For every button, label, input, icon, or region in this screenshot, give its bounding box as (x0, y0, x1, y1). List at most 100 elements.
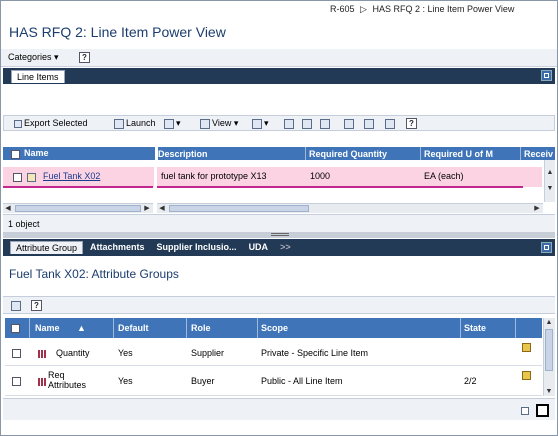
help-icon: ? (406, 118, 417, 129)
row-checkbox[interactable] (13, 172, 22, 183)
filter-button[interactable] (284, 118, 296, 129)
scroll-right-icon[interactable]: ▶ (143, 204, 151, 213)
column-separator (29, 318, 30, 338)
print-button[interactable] (11, 300, 23, 311)
line-items-tabbar (3, 68, 555, 84)
object-count: 1 object (8, 219, 40, 229)
row-checkbox[interactable] (12, 376, 21, 387)
help-icon: ? (31, 300, 42, 311)
scroll-left-icon[interactable]: ◀ (158, 204, 166, 213)
launch-button[interactable]: Launch (114, 118, 156, 129)
tab-attribute-group[interactable]: Attribute Group (10, 241, 84, 254)
tabs-overflow-button[interactable]: >> (275, 241, 296, 254)
column-separator (257, 318, 258, 338)
settings-button[interactable] (385, 118, 397, 129)
tab-line-items[interactable]: Line Items (11, 70, 65, 83)
print-button[interactable]: ▾ (164, 118, 181, 129)
select-all-checkbox[interactable] (11, 323, 20, 334)
attribute-group-default: Yes (118, 348, 133, 358)
scroll-up-icon[interactable]: ▲ (546, 168, 554, 177)
attribute-group-default: Yes (118, 376, 133, 386)
column-header-name[interactable]: Name (35, 323, 60, 333)
edit-icon (522, 371, 531, 380)
attribute-group-state: 2/2 (464, 376, 477, 386)
edit-button[interactable] (522, 343, 531, 354)
filter-icon (284, 118, 294, 129)
table-row[interactable]: Quantity Yes Supplier Private - Specific… (5, 339, 542, 366)
vertical-scrollbar[interactable]: ▲ ▼ (544, 160, 555, 202)
column-header-state[interactable]: State (464, 323, 486, 333)
toolbar-help-button[interactable]: ? (406, 118, 417, 129)
help-icon: ? (79, 52, 90, 63)
settings-icon (385, 118, 395, 129)
restore-icon[interactable] (521, 407, 529, 415)
scroll-thumb[interactable] (15, 205, 141, 212)
launch-icon (114, 118, 124, 129)
frozen-column-divider (154, 167, 157, 188)
attribute-group-role: Buyer (191, 376, 215, 386)
scroll-up-icon[interactable]: ▲ (545, 318, 553, 327)
image-button[interactable] (364, 118, 376, 129)
frozen-horizontal-scrollbar[interactable]: ◀ ▶ (3, 203, 153, 213)
tree-icon (320, 118, 330, 129)
attribute-groups-title: Fuel Tank X02: Attribute Groups (9, 267, 179, 281)
tree-button[interactable] (320, 118, 332, 129)
column-separator (515, 318, 516, 338)
view-icon (200, 118, 210, 129)
maximize-panel-button[interactable] (541, 70, 552, 81)
column-separator (113, 318, 114, 338)
scroll-thumb[interactable] (545, 329, 553, 371)
print-icon (11, 300, 21, 311)
categories-label: Categories (8, 52, 52, 62)
edit-button[interactable] (522, 371, 531, 382)
column-header-scope[interactable]: Scope (261, 323, 288, 333)
breadcrumb-item: HAS RFQ 2 : Line Item Power View (372, 4, 515, 14)
line-items-toolbar: Export Selected Launch ▾ View ▾ ▾ ? (3, 115, 555, 131)
scroll-right-icon[interactable]: ▶ (533, 204, 541, 213)
column-header-uom[interactable]: Required U of M (424, 149, 493, 159)
main-horizontal-scrollbar[interactable]: ◀ ▶ (157, 203, 543, 213)
table-row[interactable]: Req Attributes Yes Buyer Public - All Li… (5, 367, 542, 396)
table-row[interactable]: Fuel Tank X02 fuel tank for prototype X1… (3, 167, 542, 188)
column-separator (520, 147, 521, 160)
line-item-icon (27, 172, 38, 183)
view-menu[interactable]: View ▾ (200, 118, 238, 129)
help-button[interactable]: ? (79, 52, 90, 63)
scroll-left-icon[interactable]: ◀ (4, 204, 12, 213)
select-all-checkbox[interactable] (11, 149, 20, 160)
attribute-group-name: Quantity (56, 348, 90, 358)
attributes-statusbar (3, 398, 555, 420)
categories-dropdown[interactable]: Categories ▾ (8, 52, 59, 63)
attribute-group-icon (38, 348, 46, 358)
tab-attachments[interactable]: Attachments (85, 241, 150, 254)
scroll-down-icon[interactable]: ▼ (546, 184, 554, 193)
tab-uda[interactable]: UDA (244, 241, 274, 254)
columns-button[interactable] (302, 118, 314, 129)
column-header-role[interactable]: Role (191, 323, 211, 333)
vertical-scrollbar[interactable]: ▲ ▼ (543, 318, 555, 396)
row-checkbox[interactable] (12, 348, 21, 359)
panel-splitter[interactable] (3, 232, 555, 238)
line-items-statusbar: 1 object (3, 214, 555, 232)
line-items-body: Fuel Tank X02 fuel tank for prototype X1… (3, 160, 555, 202)
line-items-header: Name Description Required Quantity Requi… (3, 147, 555, 160)
toolbar-help-button[interactable]: ? (31, 300, 42, 311)
column-header-default[interactable]: Default (118, 323, 149, 333)
scroll-thumb[interactable] (169, 205, 309, 212)
column-header-description[interactable]: Description (158, 149, 208, 159)
scroll-down-icon[interactable]: ▼ (545, 387, 553, 396)
maximize-icon[interactable] (536, 404, 549, 417)
column-header-name[interactable]: Name (24, 148, 49, 158)
splitter-grip-icon (271, 233, 289, 236)
maximize-panel-button[interactable] (541, 242, 552, 253)
refresh-button[interactable] (344, 118, 356, 129)
tab-supplier-inclusion[interactable]: Supplier Inclusio... (152, 241, 242, 254)
table-options-button[interactable]: ▾ (252, 118, 269, 129)
line-item-name-link[interactable]: Fuel Tank X02 (43, 171, 100, 181)
column-header-receive[interactable]: Receiv (524, 149, 553, 159)
column-header-quantity[interactable]: Required Quantity (309, 149, 387, 159)
chevron-down-icon: ▾ (54, 52, 59, 62)
table-icon (252, 118, 262, 129)
breadcrumb-item[interactable]: R-605 (330, 4, 355, 14)
export-selected-button[interactable]: Export Selected (14, 118, 88, 128)
